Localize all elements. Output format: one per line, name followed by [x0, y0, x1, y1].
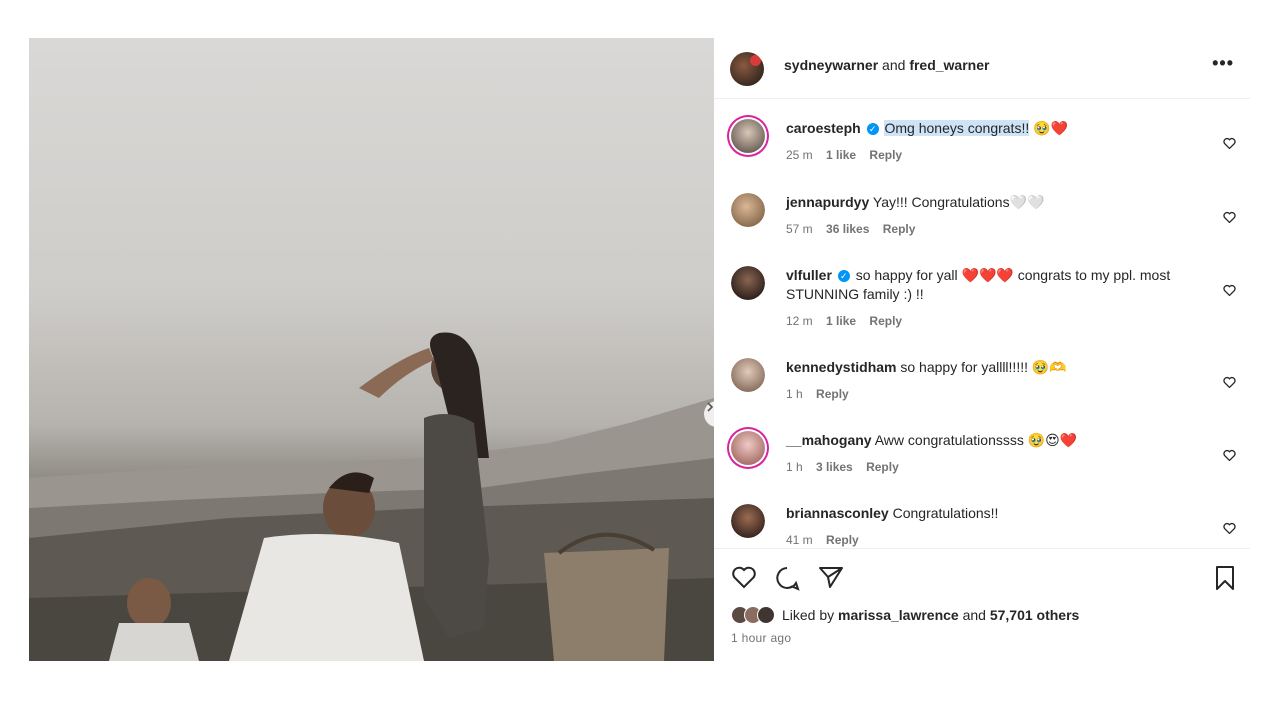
comment-time: 25 m	[786, 148, 813, 162]
commenter-avatar[interactable]	[731, 266, 765, 300]
commenter-avatar[interactable]	[731, 193, 765, 227]
post-photo[interactable]	[29, 38, 714, 661]
post-side-panel: sydneywarner and fred_warner ••• caroest…	[714, 38, 1250, 661]
reply-button[interactable]: Reply	[826, 533, 859, 547]
comment-likes-count[interactable]: 1 like	[826, 314, 856, 328]
like-comment-button[interactable]	[1223, 375, 1236, 393]
heart-outline-icon	[1223, 522, 1236, 535]
comment-time: 1 h	[786, 387, 803, 401]
comment-likes-count[interactable]: 36 likes	[826, 222, 869, 236]
reply-button[interactable]: Reply	[869, 314, 902, 328]
post-header: sydneywarner and fred_warner •••	[714, 38, 1250, 99]
comments-list[interactable]: caroesteph ✓ Omg honeys congrats!! 🥹❤️ 2…	[714, 99, 1250, 547]
chevron-right-icon	[707, 402, 714, 412]
paper-plane-icon	[819, 567, 843, 588]
liked-by-text: Liked by	[782, 607, 839, 623]
like-comment-button[interactable]	[1223, 283, 1236, 301]
comment-username[interactable]: vlfuller	[786, 267, 832, 283]
reply-button[interactable]: Reply	[883, 222, 916, 236]
heart-outline-icon	[1223, 137, 1236, 150]
comment-time: 57 m	[786, 222, 813, 236]
like-comment-button[interactable]	[1223, 521, 1236, 539]
comment-time: 12 m	[786, 314, 813, 328]
heart-outline-icon	[732, 566, 756, 589]
heart-outline-icon	[1223, 449, 1236, 462]
comment-likes-count[interactable]: 1 like	[826, 148, 856, 162]
comment-bubble-icon	[776, 567, 800, 591]
like-comment-button[interactable]	[1223, 210, 1236, 228]
like-comment-button[interactable]	[1223, 136, 1236, 154]
like-comment-button[interactable]	[1223, 448, 1236, 466]
authors-conjunction: and	[878, 57, 910, 73]
comment-text: Omg honeys congrats!!	[884, 120, 1030, 136]
bookmark-icon	[1216, 566, 1234, 590]
reply-button[interactable]: Reply	[816, 387, 849, 401]
like-post-button[interactable]	[731, 565, 757, 594]
heart-outline-icon	[1223, 376, 1236, 389]
likes-count[interactable]: 57,701 others	[990, 607, 1080, 623]
liker-username[interactable]: marissa_lawrence	[838, 607, 959, 623]
comment-button[interactable]	[774, 565, 800, 596]
comment-text: Congratulations!!	[892, 505, 999, 521]
reply-button[interactable]: Reply	[866, 460, 899, 474]
post-timestamp[interactable]: 1 hour ago	[731, 631, 791, 645]
comment-emoji: 🥹❤️	[1029, 120, 1068, 136]
comment-time: 1 h	[786, 460, 803, 474]
verified-badge-icon: ✓	[837, 270, 850, 283]
likes-summary: Liked by marissa_lawrence and 57,701 oth…	[731, 606, 1079, 624]
commenter-avatar[interactable]	[731, 431, 765, 465]
post-authors: sydneywarner and fred_warner	[784, 57, 989, 73]
comment-username[interactable]: jennapurdyy	[786, 194, 869, 210]
comment-text: so happy for yallll!!!!! 🥹🫶	[900, 359, 1067, 375]
comment-likes-count[interactable]: 3 likes	[816, 460, 853, 474]
comment-text: Aww congratulationssss 🥹😍❤️	[874, 432, 1078, 448]
post-actions-bar: Liked by marissa_lawrence and 57,701 oth…	[714, 548, 1250, 662]
share-button[interactable]	[818, 565, 844, 594]
commenter-avatar[interactable]	[731, 358, 765, 392]
verified-badge-icon: ✓	[866, 123, 879, 136]
liker-avatar	[757, 606, 775, 624]
more-options-button[interactable]: •••	[1212, 53, 1234, 74]
comment-username[interactable]: __mahogany	[786, 432, 872, 448]
comment-time: 41 m	[786, 533, 813, 547]
save-post-button[interactable]	[1214, 565, 1236, 596]
commenter-avatar[interactable]	[731, 119, 765, 153]
more-horizontal-icon: •••	[1212, 53, 1234, 73]
heart-outline-icon	[1223, 211, 1236, 224]
heart-outline-icon	[1223, 284, 1236, 297]
comment-text: Yay!!! Congratulations🤍🤍	[872, 194, 1045, 210]
comment-username[interactable]: caroesteph	[786, 120, 861, 136]
commenter-avatar[interactable]	[731, 504, 765, 538]
author-avatar[interactable]	[730, 52, 764, 86]
author-username-2[interactable]: fred_warner	[909, 57, 989, 73]
comment-username[interactable]: briannasconley	[786, 505, 889, 521]
likes-conjunction: and	[958, 607, 990, 623]
reply-button[interactable]: Reply	[869, 148, 902, 162]
author-username-1[interactable]: sydneywarner	[784, 57, 878, 73]
comment-username[interactable]: kennedystidham	[786, 359, 896, 375]
photo-scene	[29, 332, 714, 661]
